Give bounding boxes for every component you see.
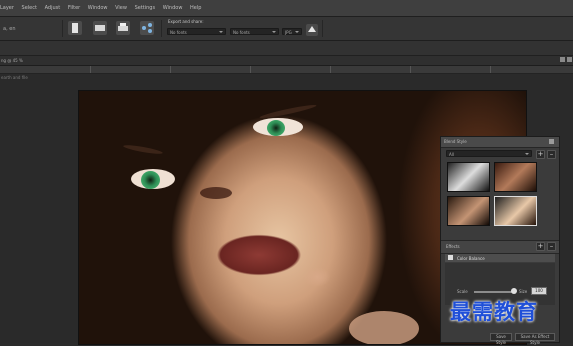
hand	[349, 311, 419, 344]
menu-layer[interactable]: Layer	[0, 5, 14, 11]
chevron-down-icon	[219, 31, 223, 33]
left-eye	[131, 169, 175, 189]
new-document-button[interactable]	[68, 21, 82, 35]
panel-strip	[0, 41, 573, 56]
eyebrow	[259, 103, 317, 120]
panel-header: Blend Style	[441, 137, 559, 148]
effect-list-item[interactable]: Color Balance	[445, 254, 555, 262]
ruler-tick	[490, 66, 491, 73]
right-eye	[253, 118, 303, 136]
export-label: Export and share:	[168, 19, 204, 24]
watermark-logo: 最需教育	[450, 299, 538, 324]
remove-effect-button[interactable]: –	[547, 242, 556, 251]
menu-window[interactable]: Window	[88, 5, 108, 11]
slider-handle[interactable]	[511, 288, 517, 294]
eyebrow	[122, 143, 164, 156]
menu-view[interactable]: View	[115, 5, 127, 11]
toolbar-divider	[161, 20, 162, 37]
menu-window-2[interactable]: Window	[163, 5, 183, 11]
menu-help[interactable]: Help	[190, 5, 201, 11]
close-icon[interactable]	[549, 139, 554, 144]
horizontal-ruler	[0, 66, 573, 74]
ruler-tick	[330, 66, 331, 73]
menu-settings[interactable]: Settings	[135, 5, 156, 11]
status-text: earth and file	[1, 75, 28, 80]
printer-icon	[118, 23, 128, 31]
open-button[interactable]	[93, 21, 107, 35]
ruler-tick	[410, 66, 411, 73]
document-tab-row: ng @ 45 %	[0, 56, 573, 66]
menu-bar: Layer Select Adjust Filter Window View S…	[0, 0, 573, 17]
size-label: Size	[519, 289, 528, 294]
share-button[interactable]	[140, 21, 154, 35]
panel-title: Blend Style	[444, 139, 467, 144]
add-effect-button[interactable]: +	[536, 242, 545, 251]
preset-dropdown[interactable]: All	[446, 150, 532, 157]
toolbar-divider	[62, 20, 63, 37]
scale-label: Scale	[457, 289, 468, 294]
effect-name: Color Balance	[457, 256, 485, 261]
tab-icon[interactable]	[560, 57, 565, 62]
menu-filter[interactable]: Filter	[68, 5, 80, 11]
folder-icon	[95, 25, 105, 31]
menu-adjust[interactable]: Adjust	[45, 5, 61, 11]
close-icon[interactable]	[567, 57, 572, 62]
export-format-value: JPG	[285, 30, 292, 35]
iris	[141, 171, 160, 189]
remove-preset-button[interactable]: –	[547, 150, 556, 159]
share-icon	[142, 23, 152, 33]
document-icon	[72, 23, 78, 33]
save-as-effect-style-button[interactable]: Save As Effect Style	[515, 333, 555, 345]
preset-thumbnail-selected[interactable]	[494, 196, 537, 226]
menu-select[interactable]: Select	[22, 5, 37, 11]
chevron-down-icon	[525, 153, 529, 155]
print-button[interactable]	[116, 21, 130, 35]
export-action-button[interactable]	[306, 24, 318, 36]
chevron-down-icon	[272, 31, 276, 33]
document-tab[interactable]: ng @ 45 %	[1, 58, 23, 63]
preset-thumbnail[interactable]	[494, 162, 537, 192]
export-dropdown-1-value: No fonts	[170, 30, 187, 35]
add-preset-button[interactable]: +	[536, 150, 545, 159]
export-icon	[308, 26, 316, 32]
ruler-tick	[250, 66, 251, 73]
chevron-down-icon	[295, 31, 299, 33]
export-dropdown-2[interactable]: No fonts	[230, 28, 279, 35]
effects-section-label: Effects	[446, 244, 460, 249]
scale-slider[interactable]	[474, 291, 514, 293]
toolbar-divider	[322, 20, 323, 37]
tool-options-text: a, en	[3, 26, 16, 32]
preset-thumbnail[interactable]	[447, 162, 490, 192]
effects-section-header: Effects + –	[441, 240, 559, 254]
export-dropdown-2-value: No fonts	[233, 30, 250, 35]
ruler-tick	[170, 66, 171, 73]
save-style-button[interactable]: Save Style	[490, 333, 512, 345]
export-format-dropdown[interactable]: JPG	[282, 28, 302, 35]
tool-options-bar: a, en Export and share: No fonts No font…	[0, 17, 573, 41]
ruler-tick	[90, 66, 91, 73]
value-input[interactable]: 100	[531, 287, 547, 295]
iris	[267, 120, 285, 136]
checkbox-checked-icon[interactable]	[448, 255, 453, 260]
nose-shadow	[200, 187, 232, 199]
preset-value: All	[449, 152, 454, 157]
preset-thumbnail[interactable]	[447, 196, 490, 226]
export-dropdown-1[interactable]: No fonts	[167, 28, 226, 35]
